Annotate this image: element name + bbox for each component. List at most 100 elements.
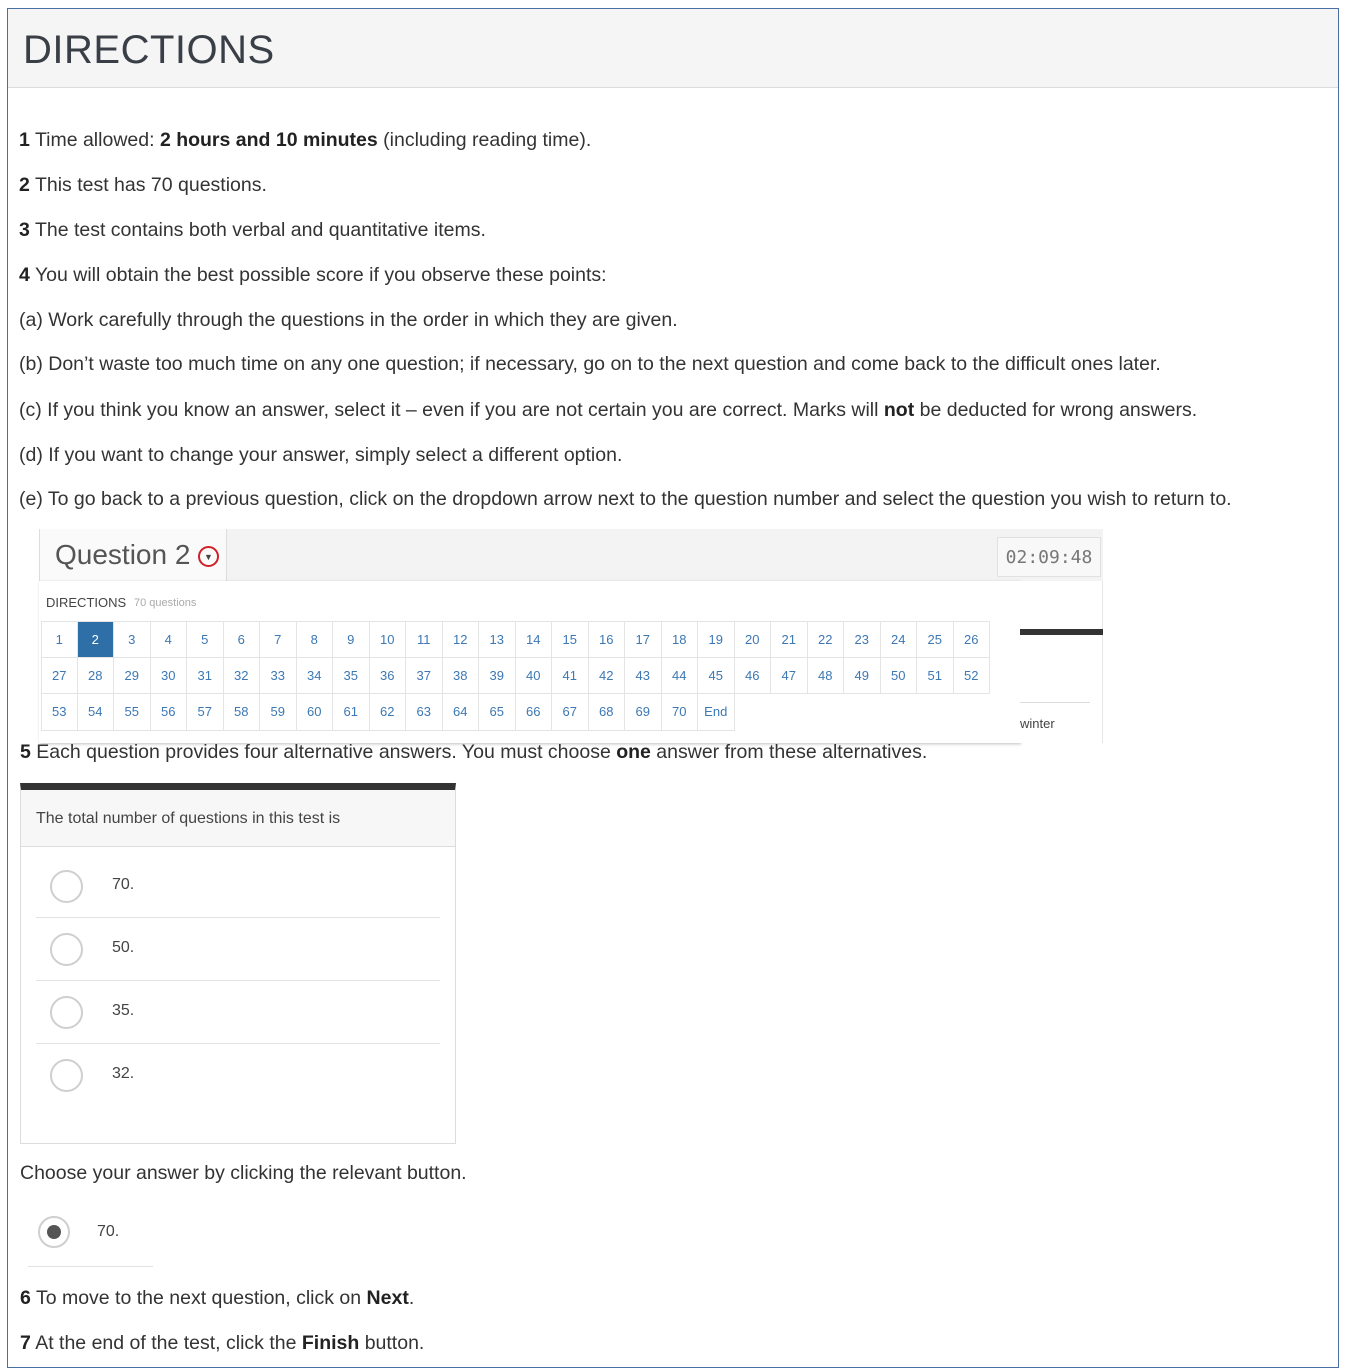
question-number-32[interactable]: 32	[223, 657, 260, 694]
question-number-60[interactable]: 60	[296, 694, 333, 731]
question-number-68[interactable]: 68	[588, 694, 625, 731]
question-number-41[interactable]: 41	[552, 657, 589, 694]
partial-option-text: winter	[1020, 716, 1055, 731]
question-number-10[interactable]: 10	[369, 621, 406, 658]
question-number-51[interactable]: 51	[917, 657, 954, 694]
example-selected-option[interactable]: 70.	[28, 1206, 153, 1267]
radio-button[interactable]	[50, 933, 83, 966]
question-number-44[interactable]: 44	[661, 657, 698, 694]
background-question-area: winter	[1020, 581, 1103, 743]
question-number-42[interactable]: 42	[588, 657, 625, 694]
question-number-49[interactable]: 49	[844, 657, 881, 694]
question-number-65[interactable]: 65	[479, 694, 516, 731]
question-number-36[interactable]: 36	[369, 657, 406, 694]
radio-button[interactable]	[50, 996, 83, 1029]
question-number-9[interactable]: 9	[333, 621, 370, 658]
question-number-14[interactable]: 14	[515, 621, 552, 658]
question-number-12[interactable]: 12	[442, 621, 479, 658]
question-number-52[interactable]: 52	[953, 657, 990, 694]
question-number-6[interactable]: 6	[223, 621, 260, 658]
question-number-63[interactable]: 63	[406, 694, 443, 731]
question-number-54[interactable]: 54	[77, 694, 114, 731]
directions-panel: DIRECTIONS 1 Time allowed: 2 hours and 1…	[7, 8, 1339, 1368]
question-number-8[interactable]: 8	[296, 621, 333, 658]
question-number-21[interactable]: 21	[771, 621, 808, 658]
question-number-69[interactable]: 69	[625, 694, 662, 731]
question-number-13[interactable]: 13	[479, 621, 516, 658]
question-number-58[interactable]: 58	[223, 694, 260, 731]
question-number-30[interactable]: 30	[150, 657, 187, 694]
question-number-50[interactable]: 50	[880, 657, 917, 694]
question-number-End[interactable]: End	[698, 694, 735, 731]
divider	[1020, 629, 1103, 635]
radio-selected[interactable]	[38, 1216, 70, 1248]
question-number-45[interactable]: 45	[698, 657, 735, 694]
question-number-26[interactable]: 26	[953, 621, 990, 658]
question-number-48[interactable]: 48	[807, 657, 844, 694]
option-label: 32.	[112, 1065, 135, 1082]
option-list: 70. 50. 35. 32.	[21, 847, 455, 1106]
chevron-down-circle-icon[interactable]: ▼	[198, 546, 219, 567]
question-number-62[interactable]: 62	[369, 694, 406, 731]
question-number-70[interactable]: 70	[661, 694, 698, 731]
question-number-31[interactable]: 31	[187, 657, 224, 694]
direction-item-2: 2 This test has 70 questions.	[19, 174, 267, 196]
question-number-61[interactable]: 61	[333, 694, 370, 731]
question-number-17[interactable]: 17	[625, 621, 662, 658]
question-number-35[interactable]: 35	[333, 657, 370, 694]
question-number-33[interactable]: 33	[260, 657, 297, 694]
radio-dot	[47, 1225, 61, 1239]
direction-point-e: (e) To go back to a previous question, c…	[19, 488, 1232, 510]
question-number-59[interactable]: 59	[260, 694, 297, 731]
question-number-38[interactable]: 38	[442, 657, 479, 694]
question-number-2[interactable]: 2	[77, 621, 114, 658]
question-number-40[interactable]: 40	[515, 657, 552, 694]
option-label: 50.	[112, 939, 135, 956]
direction-point-a: (a) Work carefully through the questions…	[19, 309, 678, 331]
question-number-43[interactable]: 43	[625, 657, 662, 694]
question-number-57[interactable]: 57	[187, 694, 224, 731]
question-number-15[interactable]: 15	[552, 621, 589, 658]
question-number-34[interactable]: 34	[296, 657, 333, 694]
question-number-53[interactable]: 53	[41, 694, 78, 731]
question-number-67[interactable]: 67	[552, 694, 589, 731]
question-number-27[interactable]: 27	[41, 657, 78, 694]
question-number-55[interactable]: 55	[114, 694, 151, 731]
question-number-22[interactable]: 22	[807, 621, 844, 658]
question-number-47[interactable]: 47	[771, 657, 808, 694]
question-number-56[interactable]: 56	[150, 694, 187, 731]
question-number-16[interactable]: 16	[588, 621, 625, 658]
question-number-7[interactable]: 7	[260, 621, 297, 658]
question-number-24[interactable]: 24	[880, 621, 917, 658]
answer-option[interactable]: 50.	[36, 918, 440, 981]
direction-point-d: (d) If you want to change your answer, s…	[19, 444, 623, 466]
direction-item-5: 5 Each question provides four alternativ…	[20, 741, 928, 763]
question-number-4[interactable]: 4	[150, 621, 187, 658]
option-label: 70.	[112, 876, 135, 893]
question-number-29[interactable]: 29	[114, 657, 151, 694]
question-number-64[interactable]: 64	[442, 694, 479, 731]
radio-button[interactable]	[50, 1059, 83, 1092]
question-number-3[interactable]: 3	[114, 621, 151, 658]
question-number-20[interactable]: 20	[734, 621, 771, 658]
question-number-25[interactable]: 25	[917, 621, 954, 658]
question-number-66[interactable]: 66	[515, 694, 552, 731]
answer-option[interactable]: 70.	[36, 855, 440, 918]
question-number-39[interactable]: 39	[479, 657, 516, 694]
question-number-18[interactable]: 18	[661, 621, 698, 658]
answer-option[interactable]: 35.	[36, 981, 440, 1044]
question-number-28[interactable]: 28	[77, 657, 114, 694]
question-number-46[interactable]: 46	[734, 657, 771, 694]
question-number-19[interactable]: 19	[698, 621, 735, 658]
timer: 02:09:48	[997, 537, 1101, 577]
question-number-11[interactable]: 11	[406, 621, 443, 658]
answer-option[interactable]: 32.	[36, 1044, 440, 1106]
question-dropdown-panel: DIRECTIONS 70 questions 1 2 3 4 5 6 7 8 9 10 11 12 1…	[39, 581, 1020, 743]
radio-button[interactable]	[50, 870, 83, 903]
page-title: DIRECTIONS	[23, 28, 275, 72]
question-number-37[interactable]: 37	[406, 657, 443, 694]
question-number-5[interactable]: 5	[187, 621, 224, 658]
question-number-23[interactable]: 23	[844, 621, 881, 658]
option-label: 70.	[97, 1223, 120, 1240]
question-number-1[interactable]: 1	[41, 621, 78, 658]
